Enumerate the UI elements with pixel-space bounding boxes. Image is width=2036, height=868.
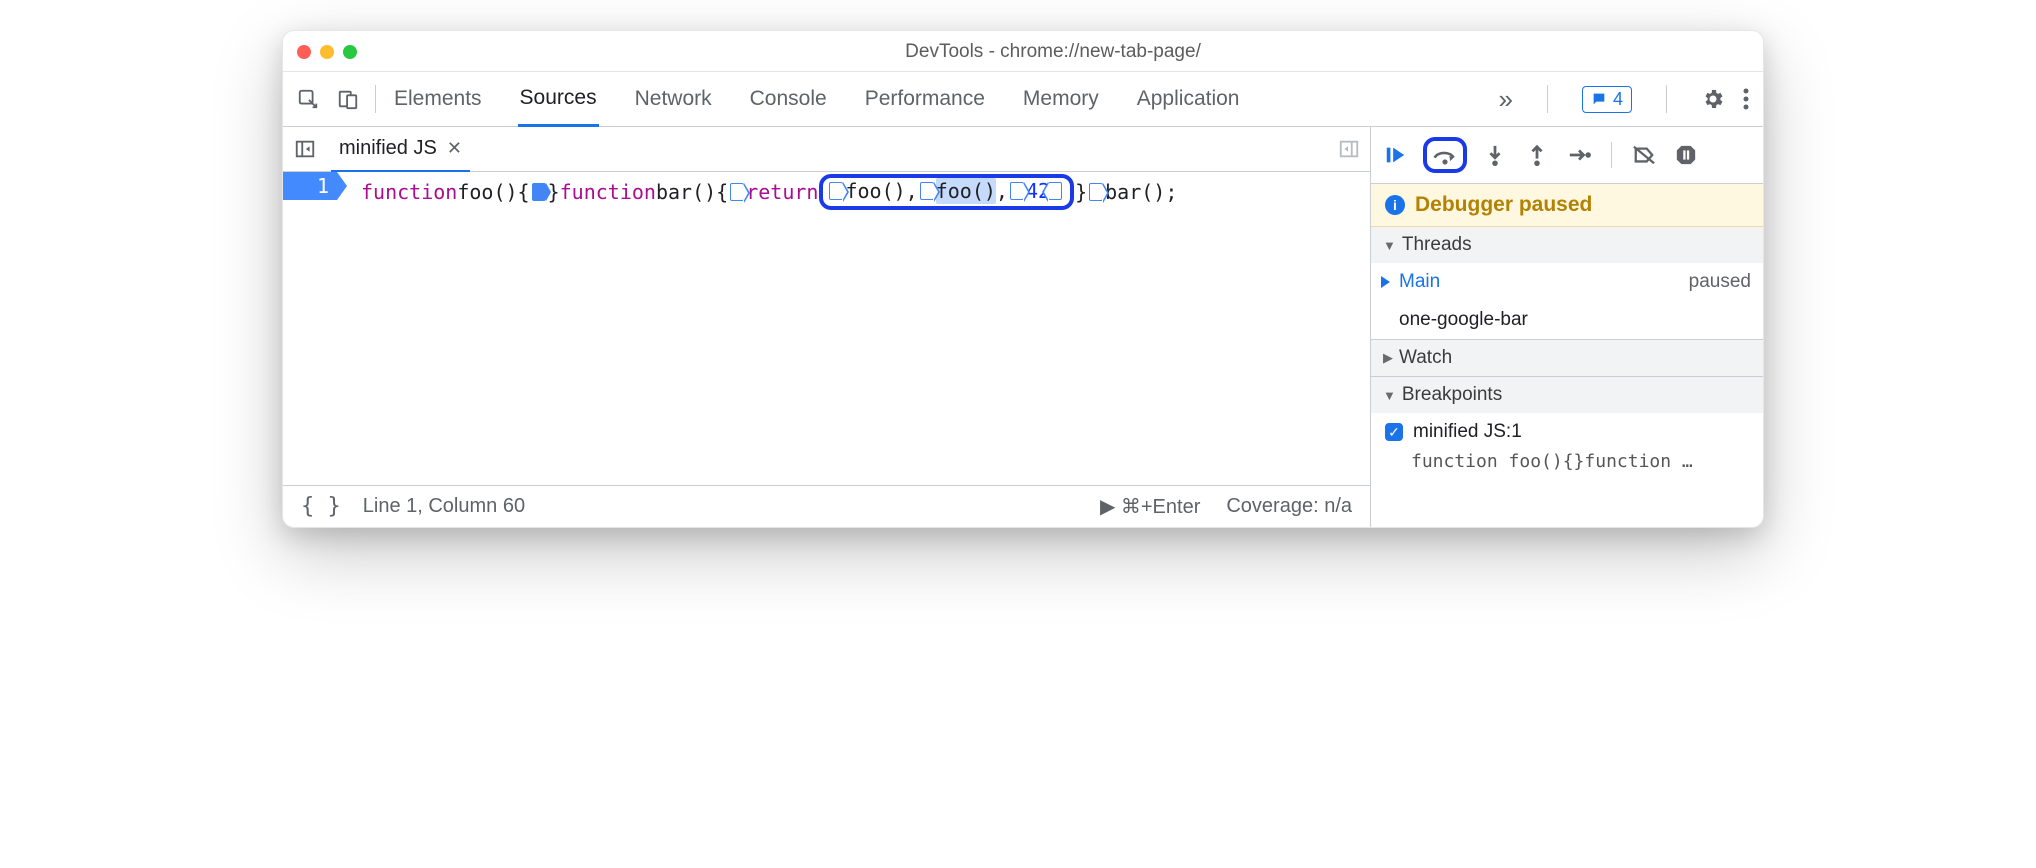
file-name: minified JS [339, 137, 437, 160]
tab-application[interactable]: Application [1135, 72, 1242, 126]
window-controls [297, 45, 357, 59]
debugger-pane: i Debugger paused ▼Threads Main paused o… [1371, 127, 1763, 527]
show-navigator-icon[interactable] [293, 137, 317, 161]
watch-section: ▶Watch [1371, 340, 1763, 377]
tab-console[interactable]: Console [748, 72, 829, 126]
deactivate-breakpoints-button[interactable] [1630, 141, 1658, 169]
watch-header[interactable]: ▶Watch [1371, 340, 1763, 376]
debugger-toolbar [1371, 127, 1763, 184]
kebab-menu-icon[interactable] [1743, 88, 1749, 110]
step-out-button[interactable] [1523, 141, 1551, 169]
step-over-button[interactable] [1423, 137, 1467, 173]
thread-other[interactable]: one-google-bar [1371, 301, 1763, 339]
highlight-box: foo(),foo(),42 [819, 174, 1074, 210]
messages-badge[interactable]: 4 [1582, 86, 1632, 113]
resume-button[interactable] [1381, 141, 1409, 169]
breakpoint-hint-icon[interactable] [829, 182, 843, 200]
breakpoints-section: ▼Breakpoints ✓ minified JS:1 function fo… [1371, 377, 1763, 482]
device-toolbar-icon[interactable] [337, 88, 359, 110]
breakpoint-item[interactable]: ✓ minified JS:1 [1371, 413, 1763, 451]
line-number[interactable]: 1 [283, 172, 337, 200]
breakpoint-preview: function foo(){}function … [1371, 451, 1763, 482]
editor-statusbar: { } Line 1, Column 60 ▶ ⌘+Enter Coverage… [283, 486, 1370, 527]
titlebar: DevTools - chrome://new-tab-page/ [283, 31, 1763, 72]
step-button[interactable] [1565, 141, 1593, 169]
breakpoint-hint-icon[interactable] [1089, 183, 1103, 201]
messages-count: 4 [1613, 89, 1623, 110]
gutter[interactable]: 1 [283, 172, 343, 485]
thread-status: paused [1689, 271, 1751, 293]
run-snippet[interactable]: ▶ ⌘+Enter [1100, 494, 1200, 519]
tab-sources[interactable]: Sources [518, 72, 599, 127]
thread-main[interactable]: Main paused [1371, 263, 1763, 301]
file-tabs: minified JS ✕ [283, 127, 1370, 172]
info-icon: i [1385, 195, 1405, 215]
threads-header[interactable]: ▼Threads [1371, 227, 1763, 263]
sources-body: minified JS ✕ 1 function foo(){}function… [283, 127, 1763, 527]
editor-pane: minified JS ✕ 1 function foo(){}function… [283, 127, 1371, 527]
code-editor[interactable]: 1 function foo(){}function bar(){return … [283, 172, 1370, 486]
settings-icon[interactable] [1701, 87, 1725, 111]
pretty-print-icon[interactable]: { } [301, 494, 341, 519]
tab-performance[interactable]: Performance [863, 72, 987, 126]
banner-text: Debugger paused [1415, 193, 1592, 217]
tab-elements[interactable]: Elements [392, 72, 484, 126]
breakpoint-hint-icon[interactable] [920, 182, 934, 200]
minimize-window-button[interactable] [320, 45, 334, 59]
threads-section: ▼Threads Main paused one-google-bar [1371, 227, 1763, 340]
tab-memory[interactable]: Memory [1021, 72, 1101, 126]
inspect-element-icon[interactable] [297, 88, 319, 110]
pause-exceptions-button[interactable] [1672, 141, 1700, 169]
maximize-window-button[interactable] [343, 45, 357, 59]
breakpoint-marker-icon[interactable] [532, 183, 546, 201]
breakpoint-hint-icon[interactable] [1048, 182, 1062, 200]
devtools-window: DevTools - chrome://new-tab-page/ Elemen… [282, 30, 1764, 528]
tab-network[interactable]: Network [633, 72, 714, 126]
code-line: function foo(){}function bar(){return fo… [343, 172, 1370, 485]
main-toolbar: Elements Sources Network Console Perform… [283, 72, 1763, 127]
breakpoints-header[interactable]: ▼Breakpoints [1371, 377, 1763, 413]
breakpoint-label: minified JS:1 [1413, 421, 1522, 443]
breakpoint-hint-icon[interactable] [730, 183, 744, 201]
breakpoint-hint-icon[interactable] [1010, 182, 1024, 200]
breakpoint-checkbox[interactable]: ✓ [1385, 423, 1403, 441]
window-title: DevTools - chrome://new-tab-page/ [357, 41, 1749, 63]
open-file-tab[interactable]: minified JS ✕ [331, 126, 470, 173]
cursor-position: Line 1, Column 60 [363, 495, 525, 518]
panel-tabs: Elements Sources Network Console Perform… [392, 72, 1241, 126]
coverage-status: Coverage: n/a [1226, 495, 1352, 518]
close-file-icon[interactable]: ✕ [447, 138, 462, 159]
close-window-button[interactable] [297, 45, 311, 59]
debugger-paused-banner: i Debugger paused [1371, 184, 1763, 227]
step-into-button[interactable] [1481, 141, 1509, 169]
more-file-options-icon[interactable] [1338, 138, 1360, 160]
